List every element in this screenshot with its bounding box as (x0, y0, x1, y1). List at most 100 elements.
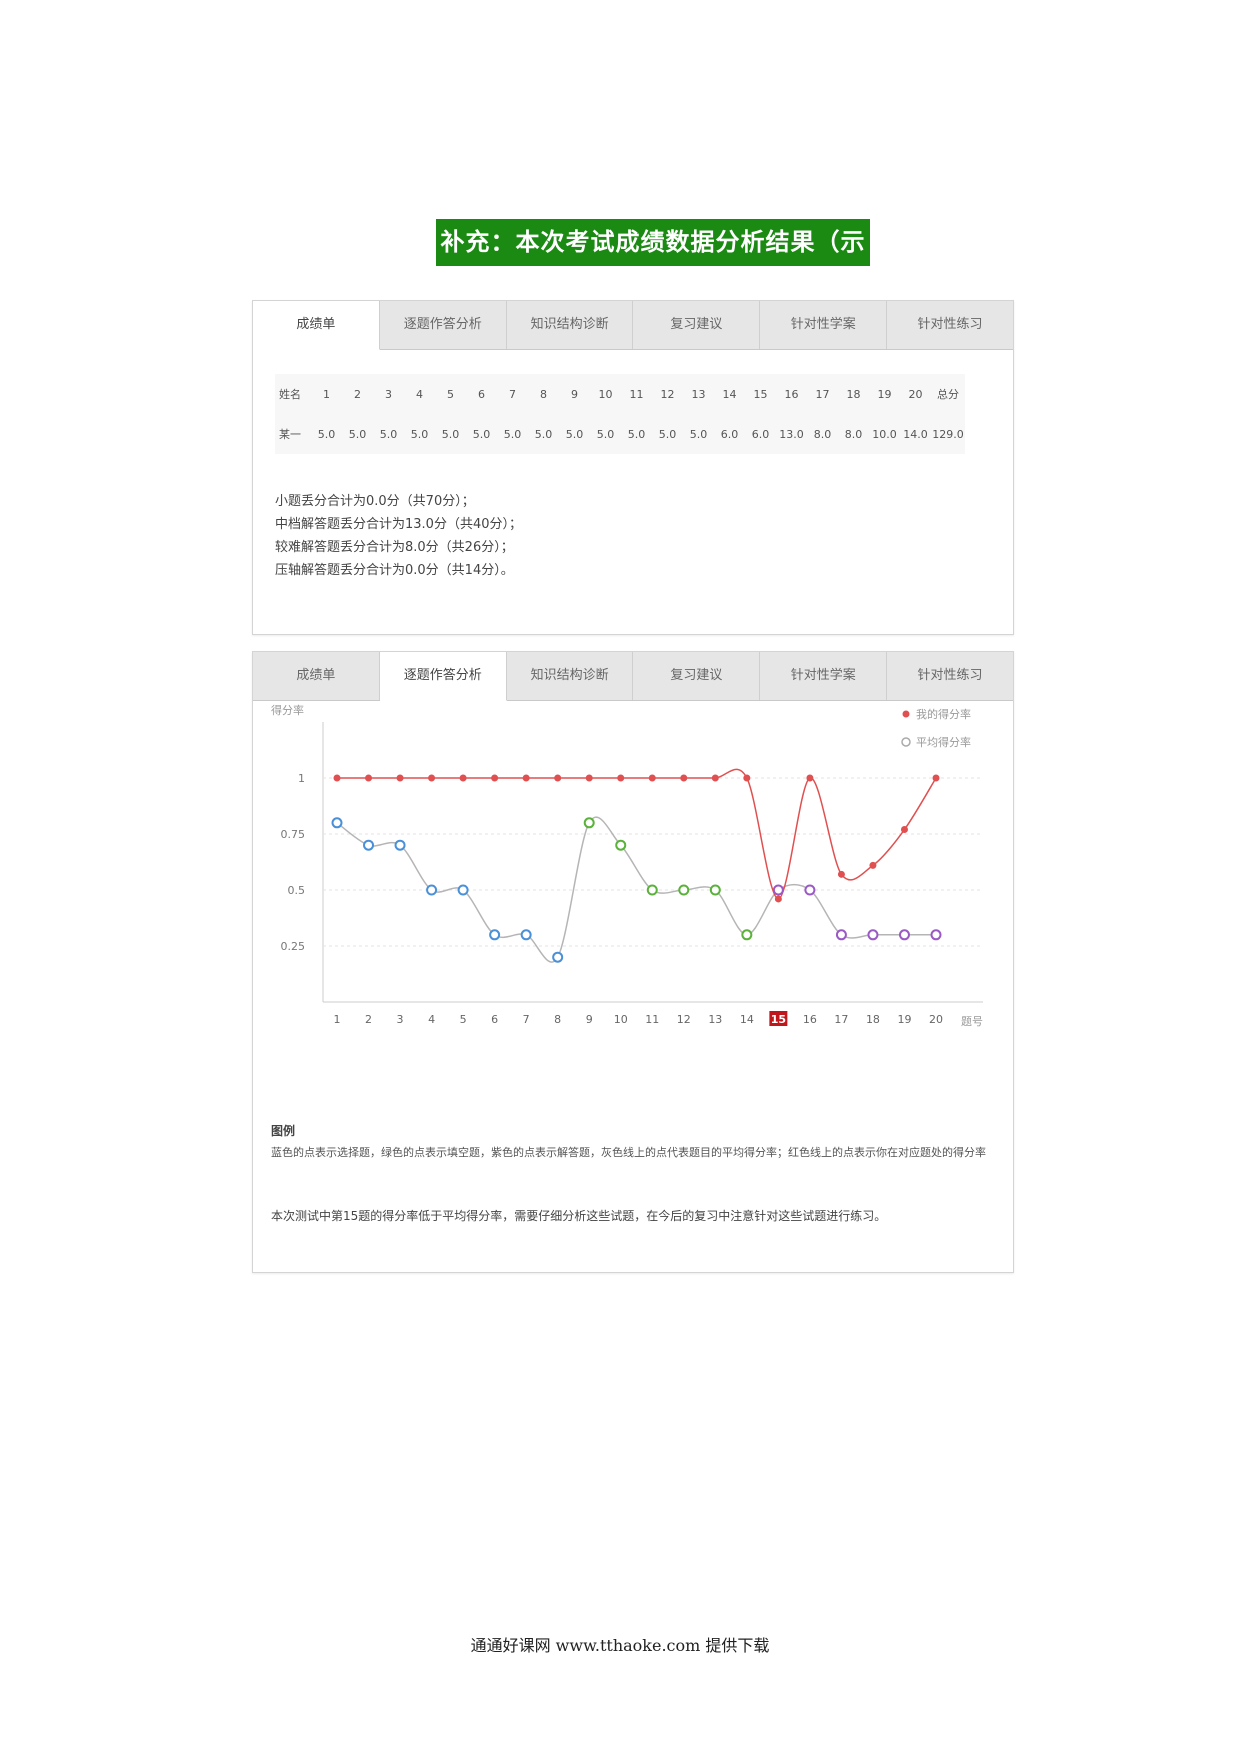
data-point-average (520, 929, 532, 941)
data-point-mine (900, 826, 908, 834)
table-header-cell: 11 (629, 387, 644, 401)
score-table: 姓名 1 2 3 4 5 6 7 8 9 10 11 12 13 14 15 16 17 18 19 20 总分 某一 5.… (275, 374, 965, 454)
tab-question-analysis[interactable]: 逐题作答分析 (379, 652, 507, 701)
x-tick-label: 2 (365, 1013, 372, 1026)
banner-title: 补充：本次考试成绩数据分析结果（示例）: (436, 219, 870, 303)
table-cell: 6.0 (751, 427, 770, 441)
x-tick-label: 6 (491, 1013, 498, 1026)
tab-knowledge-diagnosis[interactable]: 知识结构诊断 (507, 301, 634, 349)
analysis-conclusion: 本次测试中第15题的得分率低于平均得分率，需要仔细分析这些试题，在今后的复习中注… (271, 1209, 887, 1223)
table-header-cell: 6 (478, 387, 485, 401)
table-cell: 8.0 (813, 427, 832, 441)
data-point-mine (680, 774, 688, 782)
tab-score-sheet[interactable]: 成绩单 (253, 301, 380, 350)
table-header-row: 姓名 1 2 3 4 5 6 7 8 9 10 11 12 13 14 15 16 17 18 19 20 总分 (275, 374, 965, 414)
y-tick-label: 0.5 (288, 884, 306, 897)
y-tick-label: 0.75 (281, 828, 306, 841)
x-tick-label: 11 (645, 1013, 659, 1026)
tab-review-advice[interactable]: 复习建议 (633, 301, 761, 349)
table-cell: 10.0 (872, 427, 897, 441)
data-point-average (394, 839, 406, 851)
data-point-average (583, 817, 595, 829)
x-tick-label: 8 (554, 1013, 561, 1026)
data-point-average (426, 884, 438, 896)
tab-targeted-practice[interactable]: 针对性练习 (887, 652, 1013, 700)
data-point-average (331, 817, 343, 829)
analysis-panel: 成绩单 逐题作答分析 知识结构诊断 复习建议 针对性学案 针对性练习 0.25 0… (252, 651, 1014, 1273)
table-header-cell: 总分 (937, 388, 959, 401)
tab-knowledge-diagnosis[interactable]: 知识结构诊断 (507, 652, 634, 700)
table-cell: 8.0 (844, 427, 863, 441)
data-point-mine (806, 774, 814, 782)
tab-score-sheet[interactable]: 成绩单 (253, 652, 380, 700)
note-line: 中档解答题丢分合计为13.0分（共40分）； (275, 517, 522, 532)
x-tick-label: 9 (586, 1013, 593, 1026)
page-footer: 通通好课网 www.tthaoke.com 提供下载 (470, 1636, 770, 1655)
data-point-mine (837, 870, 845, 878)
score-notes: 小题丢分合计为0.0分（共70分）； 中档解答题丢分合计为13.0分（共40分）… (275, 490, 1013, 582)
table-cell: 5.0 (534, 427, 553, 441)
x-tick-label: 19 (897, 1013, 911, 1026)
data-point-mine (491, 774, 499, 782)
table-cell: 5.0 (410, 427, 429, 441)
table-cell: 5.0 (503, 427, 522, 441)
data-point-average (930, 929, 942, 941)
x-tick-label: 10 (614, 1013, 628, 1026)
data-point-average (709, 884, 721, 896)
x-tick-label: 13 (708, 1013, 722, 1026)
table-cell: 5.0 (689, 427, 708, 441)
data-point-mine (554, 774, 562, 782)
tab-bar: 成绩单 逐题作答分析 知识结构诊断 复习建议 针对性学案 针对性练习 (253, 652, 1013, 701)
data-point-mine (522, 774, 530, 782)
data-point-average (552, 951, 564, 963)
tab-targeted-plan[interactable]: 针对性学案 (760, 652, 888, 700)
x-tick-label: 14 (740, 1013, 754, 1026)
table-cell: 129.0 (932, 427, 964, 441)
table-cell: 14.0 (903, 427, 928, 441)
legend-label-mine: 我的得分率 (916, 707, 971, 721)
y-tick-label: 1 (298, 772, 305, 785)
x-tick-label: 12 (677, 1013, 691, 1026)
x-tick-label: 4 (428, 1013, 435, 1026)
tab-question-analysis[interactable]: 逐题作答分析 (380, 301, 507, 349)
score-rate-chart: 0.25 0.5 0.75 1 得分率 1 2 3 4 5 6 7 8 9 10 11 12 13 14 15 16 17… (253, 702, 1013, 1046)
table-header-cell: 姓名 (279, 388, 301, 401)
y-axis-label: 得分率 (271, 703, 304, 717)
data-point-mine (333, 774, 341, 782)
table-header-cell: 20 (908, 387, 923, 401)
x-tick-label: 20 (929, 1013, 943, 1026)
legend-marker-average (901, 737, 911, 747)
tab-bar: 成绩单 逐题作答分析 知识结构诊断 复习建议 针对性学案 针对性练习 (253, 301, 1013, 350)
table-header-cell: 16 (784, 387, 799, 401)
data-point-mine (585, 774, 593, 782)
table-cell: 5.0 (379, 427, 398, 441)
table-cell: 5.0 (472, 427, 491, 441)
x-tick-label: 1 (334, 1013, 341, 1026)
tab-targeted-plan[interactable]: 针对性学案 (760, 301, 888, 349)
table-row: 某一 5.0 5.0 5.0 5.0 5.0 5.0 5.0 5.0 5.0 5.0 5.0 5.0 5.… (275, 414, 965, 454)
x-tick-label: 15 (771, 1013, 786, 1026)
tab-targeted-practice[interactable]: 针对性练习 (887, 301, 1013, 349)
data-point-mine (365, 774, 373, 782)
data-point-mine (743, 774, 751, 782)
legend-marker-mine (902, 710, 910, 718)
table-cell: 5.0 (596, 427, 615, 441)
score-panel: 成绩单 逐题作答分析 知识结构诊断 复习建议 针对性学案 针对性练习 姓名 1 2 3… (252, 300, 1014, 635)
data-point-average (457, 884, 469, 896)
note-line: 压轴解答题丢分合计为0.0分（共14分）。 (275, 563, 514, 578)
data-point-mine (396, 774, 404, 782)
table-header-cell: 1 (323, 387, 330, 401)
table-cell: 5.0 (317, 427, 336, 441)
data-point-average (804, 884, 816, 896)
table-cell: 5.0 (627, 427, 646, 441)
y-tick-label: 0.25 (281, 940, 306, 953)
tab-review-advice[interactable]: 复习建议 (633, 652, 761, 700)
table-header-cell: 3 (385, 387, 392, 401)
table-cell: 5.0 (348, 427, 367, 441)
table-header-cell: 4 (416, 387, 423, 401)
data-point-mine (932, 774, 940, 782)
data-point-mine (774, 895, 782, 903)
x-tick-label: 18 (866, 1013, 880, 1026)
table-header-cell: 15 (753, 387, 768, 401)
table-header-cell: 10 (598, 387, 613, 401)
